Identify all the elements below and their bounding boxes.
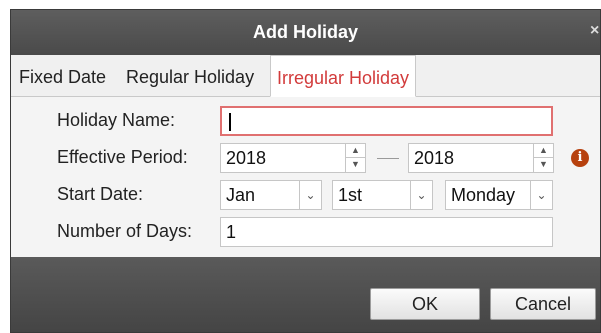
start-week-select[interactable]: 1st ⌄ <box>332 180 433 210</box>
title-bar: Add Holiday × <box>11 10 600 55</box>
spin-up-down-icon[interactable]: ▲ ▼ <box>533 144 553 172</box>
period-separator <box>377 158 399 159</box>
holiday-form: Holiday Name: Effective Period: 2018 ▲ ▼ … <box>11 97 600 257</box>
ok-button[interactable]: OK <box>370 288 480 320</box>
number-of-days-input[interactable]: 1 <box>220 217 553 247</box>
chevron-down-icon[interactable]: ⌄ <box>530 181 552 209</box>
chevron-down-icon[interactable]: ⌄ <box>410 181 432 209</box>
dialog-title: Add Holiday <box>252 22 358 42</box>
start-week-value: 1st <box>338 185 363 205</box>
tab-irregular-holiday[interactable]: Irregular Holiday <box>270 55 417 97</box>
text-cursor <box>229 113 231 132</box>
info-icon[interactable]: i <box>571 149 589 167</box>
tab-regular-holiday[interactable]: Regular Holiday <box>126 67 254 88</box>
effective-period-end-input[interactable]: 2018 ▲ ▼ <box>408 143 554 173</box>
effective-period-label: Effective Period: <box>57 147 188 167</box>
holiday-name-label: Holiday Name: <box>57 110 176 130</box>
close-icon[interactable]: × <box>590 22 600 40</box>
chevron-down-icon[interactable]: ⌄ <box>299 181 321 209</box>
tab-bar: Fixed Date Regular Holiday Irregular Hol… <box>11 55 600 97</box>
number-of-days-value: 1 <box>226 222 237 242</box>
start-day-value: Monday <box>451 185 516 205</box>
tab-fixed-date[interactable]: Fixed Date <box>19 67 106 88</box>
start-date-label: Start Date: <box>57 184 144 204</box>
effective-period-end-value: 2018 <box>414 148 455 168</box>
effective-period-start-value: 2018 <box>226 148 267 168</box>
start-month-value: Jan <box>226 185 256 205</box>
holiday-name-input[interactable] <box>220 106 553 136</box>
number-of-days-label: Number of Days: <box>57 221 193 241</box>
add-holiday-dialog: Add Holiday × Fixed Date Regular Holiday… <box>10 9 601 333</box>
dialog-footer: OK Cancel <box>11 257 600 332</box>
cancel-button[interactable]: Cancel <box>490 288 596 320</box>
start-day-select[interactable]: Monday ⌄ <box>445 180 553 210</box>
effective-period-start-input[interactable]: 2018 ▲ ▼ <box>220 143 366 173</box>
start-month-select[interactable]: Jan ⌄ <box>220 180 322 210</box>
spin-up-down-icon[interactable]: ▲ ▼ <box>345 144 365 172</box>
